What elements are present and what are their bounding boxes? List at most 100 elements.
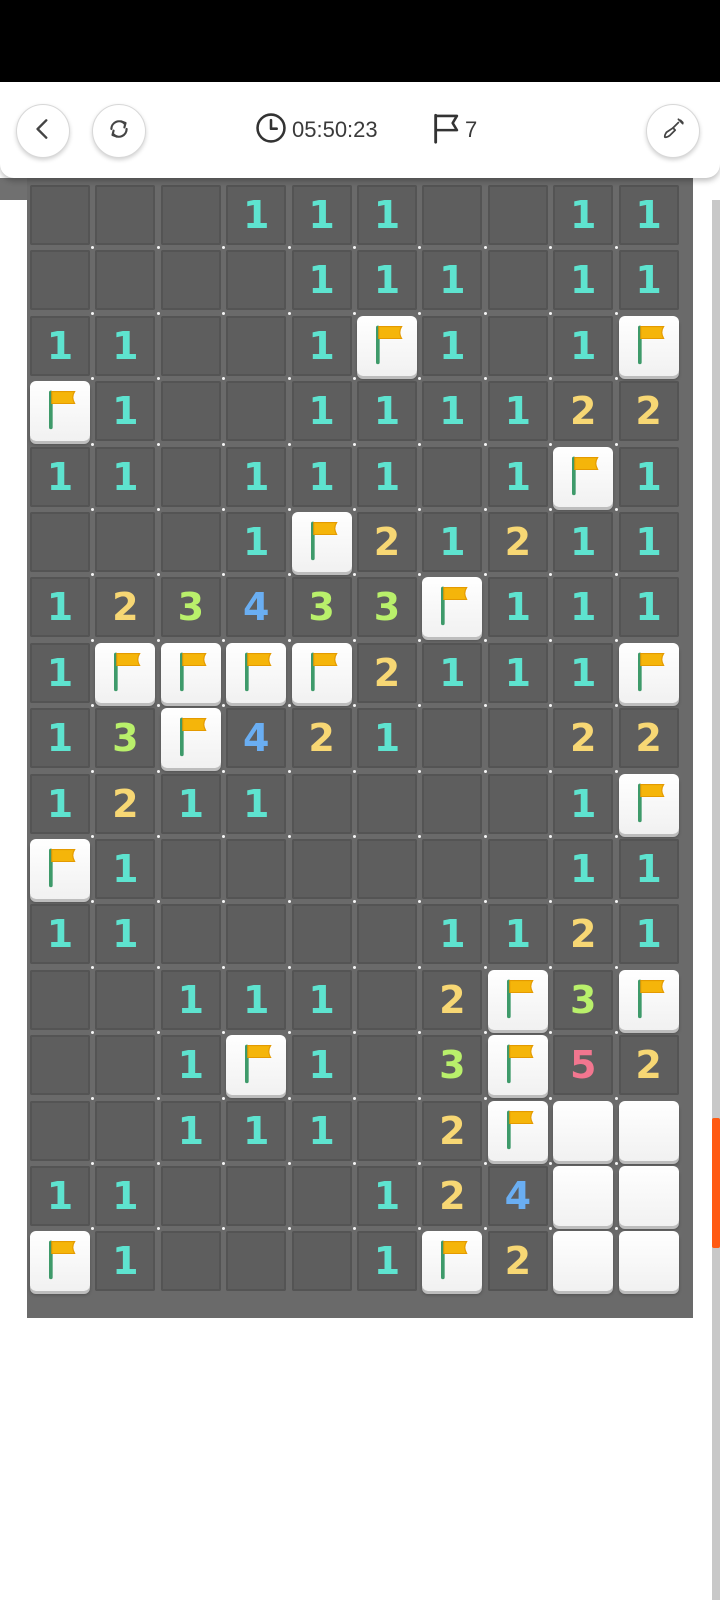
number-cell[interactable]: 1: [422, 315, 483, 376]
flagged-cell[interactable]: [618, 642, 679, 703]
number-cell[interactable]: 1: [618, 185, 679, 245]
empty-cell[interactable]: [291, 1231, 352, 1292]
number-cell[interactable]: 1: [160, 1100, 221, 1161]
number-cell[interactable]: 2: [95, 577, 156, 638]
flagged-cell[interactable]: [291, 642, 352, 703]
empty-cell[interactable]: [226, 315, 287, 376]
number-cell[interactable]: 1: [553, 577, 614, 638]
flagged-cell[interactable]: [95, 642, 156, 703]
number-cell[interactable]: 1: [226, 512, 287, 572]
empty-cell[interactable]: [291, 1166, 352, 1226]
flagged-cell[interactable]: [160, 642, 221, 703]
number-cell[interactable]: 1: [95, 315, 156, 376]
number-cell[interactable]: 2: [422, 1166, 483, 1226]
hidden-cell[interactable]: [618, 1231, 679, 1292]
number-cell[interactable]: 2: [95, 773, 156, 834]
scrollbar-track[interactable]: [712, 200, 720, 1600]
number-cell[interactable]: 1: [226, 969, 287, 1030]
empty-cell[interactable]: [226, 1166, 287, 1226]
empty-cell[interactable]: [95, 185, 156, 245]
number-cell[interactable]: 1: [291, 250, 352, 311]
number-cell[interactable]: 2: [487, 512, 548, 572]
number-cell[interactable]: 1: [160, 773, 221, 834]
number-cell[interactable]: 1: [95, 1166, 156, 1226]
number-cell[interactable]: 1: [553, 250, 614, 311]
flagged-cell[interactable]: [618, 773, 679, 834]
flagged-cell[interactable]: [487, 1035, 548, 1096]
empty-cell[interactable]: [160, 250, 221, 311]
back-button[interactable]: [16, 104, 70, 158]
number-cell[interactable]: 4: [226, 577, 287, 638]
number-cell[interactable]: 4: [226, 708, 287, 769]
number-cell[interactable]: 1: [487, 642, 548, 703]
number-cell[interactable]: 1: [226, 773, 287, 834]
number-cell[interactable]: 1: [30, 1166, 90, 1226]
empty-cell[interactable]: [357, 969, 417, 1030]
empty-cell[interactable]: [160, 381, 221, 442]
number-cell[interactable]: 1: [30, 315, 90, 376]
number-cell[interactable]: 1: [553, 642, 614, 703]
empty-cell[interactable]: [422, 185, 483, 245]
number-cell[interactable]: 1: [30, 577, 90, 638]
empty-cell[interactable]: [30, 1035, 90, 1096]
empty-cell[interactable]: [487, 315, 548, 376]
number-cell[interactable]: 1: [357, 446, 417, 507]
number-cell[interactable]: 3: [95, 708, 156, 769]
empty-cell[interactable]: [160, 1166, 221, 1226]
flagged-cell[interactable]: [618, 315, 679, 376]
hidden-cell[interactable]: [618, 1166, 679, 1226]
number-cell[interactable]: 1: [95, 381, 156, 442]
flagged-cell[interactable]: [487, 969, 548, 1030]
number-cell[interactable]: 2: [618, 381, 679, 442]
flagged-cell[interactable]: [422, 1231, 483, 1292]
number-cell[interactable]: 1: [160, 969, 221, 1030]
empty-cell[interactable]: [422, 708, 483, 769]
number-cell[interactable]: 1: [553, 839, 614, 899]
empty-cell[interactable]: [95, 1035, 156, 1096]
flagged-cell[interactable]: [226, 1035, 287, 1096]
number-cell[interactable]: 1: [357, 708, 417, 769]
number-cell[interactable]: 1: [422, 512, 483, 572]
number-cell[interactable]: 2: [618, 1035, 679, 1096]
number-cell[interactable]: 1: [226, 446, 287, 507]
number-cell[interactable]: 1: [291, 1035, 352, 1096]
number-cell[interactable]: 1: [422, 642, 483, 703]
number-cell[interactable]: 2: [553, 904, 614, 965]
number-cell[interactable]: 1: [487, 381, 548, 442]
empty-cell[interactable]: [160, 839, 221, 899]
number-cell[interactable]: 2: [487, 1231, 548, 1292]
number-cell[interactable]: 1: [30, 904, 90, 965]
empty-cell[interactable]: [30, 1100, 90, 1161]
number-cell[interactable]: 1: [357, 185, 417, 245]
number-cell[interactable]: 1: [357, 250, 417, 311]
empty-cell[interactable]: [30, 185, 90, 245]
empty-cell[interactable]: [357, 773, 417, 834]
number-cell[interactable]: 1: [357, 1166, 417, 1226]
flagged-cell[interactable]: [226, 642, 287, 703]
number-cell[interactable]: 1: [487, 446, 548, 507]
empty-cell[interactable]: [357, 839, 417, 899]
number-cell[interactable]: 2: [553, 708, 614, 769]
number-cell[interactable]: 2: [357, 642, 417, 703]
empty-cell[interactable]: [95, 969, 156, 1030]
number-cell[interactable]: 2: [422, 969, 483, 1030]
number-cell[interactable]: 1: [95, 446, 156, 507]
number-cell[interactable]: 1: [291, 1100, 352, 1161]
flagged-cell[interactable]: [553, 446, 614, 507]
hidden-cell[interactable]: [618, 1100, 679, 1161]
hidden-cell[interactable]: [553, 1231, 614, 1292]
empty-cell[interactable]: [357, 1035, 417, 1096]
empty-cell[interactable]: [160, 512, 221, 572]
number-cell[interactable]: 1: [95, 839, 156, 899]
number-cell[interactable]: 1: [553, 512, 614, 572]
number-cell[interactable]: 1: [553, 315, 614, 376]
number-cell[interactable]: 1: [618, 839, 679, 899]
number-cell[interactable]: 2: [618, 708, 679, 769]
number-cell[interactable]: 3: [357, 577, 417, 638]
number-cell[interactable]: 1: [357, 381, 417, 442]
number-cell[interactable]: 1: [95, 1231, 156, 1292]
empty-cell[interactable]: [226, 904, 287, 965]
empty-cell[interactable]: [357, 1100, 417, 1161]
empty-cell[interactable]: [422, 773, 483, 834]
number-cell[interactable]: 1: [422, 250, 483, 311]
